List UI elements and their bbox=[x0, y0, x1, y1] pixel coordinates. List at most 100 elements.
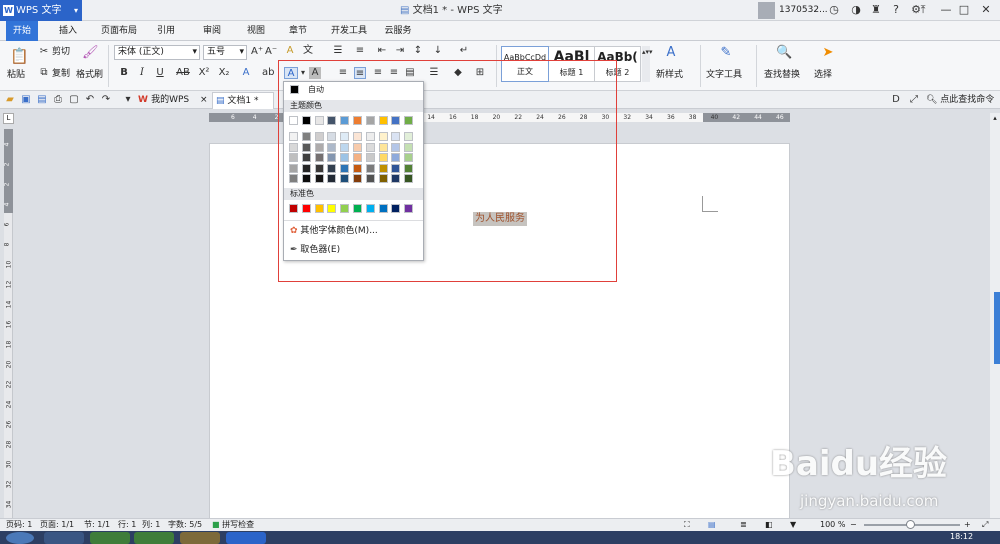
more-colors-option[interactable]: ✿ 其他字体颜色(M)... bbox=[290, 225, 378, 237]
close-button[interactable]: ✕ bbox=[976, 2, 996, 18]
taskbar-app-wps[interactable] bbox=[226, 532, 266, 544]
styles-scroll-icon[interactable]: ▴▾▾ bbox=[642, 46, 653, 82]
font-size-select[interactable]: 五号 ▾ bbox=[203, 45, 247, 60]
numbering-icon[interactable]: ≡ bbox=[354, 45, 366, 57]
font-name-select[interactable]: 宋体 (正文) ▾ bbox=[114, 45, 200, 60]
color-swatch[interactable] bbox=[327, 163, 337, 173]
zoom-level[interactable]: 100 % bbox=[820, 519, 845, 531]
color-swatch[interactable] bbox=[353, 163, 362, 173]
find-replace-icon[interactable]: 🔍 bbox=[776, 46, 792, 63]
taskbar-clock[interactable]: 18:12 bbox=[950, 531, 973, 543]
tab-document[interactable]: ▤ 文档1 * bbox=[212, 92, 274, 109]
color-swatch[interactable] bbox=[301, 163, 311, 173]
spell-check[interactable]: ■ 拼写检查 bbox=[212, 519, 254, 531]
format-painter-button[interactable]: 格式刷 bbox=[76, 69, 103, 81]
status-section[interactable]: 节: 1/1 bbox=[84, 519, 110, 531]
color-swatch[interactable] bbox=[340, 174, 350, 183]
web-view-icon[interactable]: ◧ bbox=[765, 519, 773, 531]
tab-references[interactable]: 引用 bbox=[150, 21, 182, 41]
clock-icon[interactable]: ◷ bbox=[824, 2, 844, 18]
color-swatch[interactable] bbox=[353, 204, 362, 213]
maximize-button[interactable]: □ bbox=[954, 2, 974, 18]
color-swatch[interactable] bbox=[301, 174, 311, 183]
color-swatch[interactable] bbox=[391, 142, 401, 152]
minimize-button[interactable]: — bbox=[936, 2, 956, 18]
format-painter-icon[interactable]: 🖌 bbox=[82, 46, 99, 63]
ruler-corner-tab[interactable]: L bbox=[3, 113, 14, 124]
restore-top-icon[interactable]: ⤒ bbox=[913, 2, 933, 18]
taskbar-app-3[interactable] bbox=[134, 532, 174, 544]
color-swatch[interactable] bbox=[404, 204, 414, 213]
strikethrough-icon[interactable]: AB bbox=[174, 67, 192, 79]
color-swatch[interactable] bbox=[289, 174, 298, 183]
color-swatch[interactable] bbox=[391, 153, 401, 162]
new-style-icon[interactable]: A bbox=[662, 46, 680, 63]
shrink-font-icon[interactable]: A⁻ bbox=[265, 46, 277, 58]
color-swatch[interactable] bbox=[340, 153, 350, 162]
scissors-icon[interactable]: ✂ bbox=[38, 46, 50, 58]
tab-developer[interactable]: 开发工具 bbox=[328, 21, 370, 41]
superscript-icon[interactable]: X² bbox=[198, 67, 210, 79]
color-swatch[interactable] bbox=[353, 174, 362, 183]
pinyin-icon[interactable]: 文 bbox=[302, 45, 314, 57]
print-icon[interactable]: ⎙ bbox=[52, 94, 64, 106]
subscript-icon[interactable]: X₂ bbox=[218, 67, 230, 79]
open-folder-icon[interactable]: ▰ bbox=[4, 94, 16, 106]
underline-icon[interactable]: U bbox=[154, 67, 166, 79]
vertical-ruler[interactable]: 4 2 2 4 6 8 10 12 14 16 18 20 22 24 26 28 30 32 34 bbox=[3, 129, 13, 519]
skin-icon[interactable]: ◑ bbox=[846, 2, 866, 18]
color-swatch[interactable] bbox=[327, 142, 337, 152]
zoom-slider-handle[interactable] bbox=[906, 520, 915, 529]
zoom-in-icon[interactable]: + bbox=[964, 519, 971, 531]
tab-page-layout[interactable]: 页面布局 bbox=[98, 21, 140, 41]
color-swatch[interactable] bbox=[404, 116, 414, 125]
color-swatch[interactable] bbox=[327, 153, 337, 162]
color-swatch[interactable] bbox=[365, 132, 375, 141]
text-tools-icon[interactable]: ✎ bbox=[718, 46, 734, 63]
bold-icon[interactable]: B bbox=[118, 67, 130, 79]
paste-icon[interactable]: 📋 bbox=[10, 47, 29, 65]
color-swatch[interactable] bbox=[340, 142, 350, 152]
outdent-icon[interactable]: ⇤ bbox=[376, 45, 388, 57]
tab-insert[interactable]: 插入 bbox=[52, 21, 84, 41]
taskbar-app-4[interactable] bbox=[180, 532, 220, 544]
paste-button[interactable]: 粘贴 bbox=[7, 69, 25, 81]
auto-color-swatch[interactable] bbox=[290, 85, 299, 94]
print-preview-icon[interactable]: ▢ bbox=[68, 94, 80, 106]
color-swatch[interactable] bbox=[314, 153, 324, 162]
cut-button[interactable]: 剪切 bbox=[52, 46, 70, 58]
color-swatch[interactable] bbox=[365, 142, 375, 152]
color-swatch[interactable] bbox=[340, 204, 350, 213]
text-tools-button[interactable]: 文字工具 bbox=[706, 69, 742, 81]
color-swatch[interactable] bbox=[301, 132, 311, 141]
color-swatch[interactable] bbox=[289, 163, 298, 173]
status-pages[interactable]: 页面: 1/1 bbox=[40, 519, 74, 531]
color-swatch[interactable] bbox=[391, 132, 401, 141]
color-swatch[interactable] bbox=[289, 153, 298, 162]
taskbar-app-1[interactable] bbox=[44, 532, 84, 544]
copy-icon[interactable]: ⧉ bbox=[38, 67, 50, 79]
expand-icon[interactable]: ⤢ bbox=[982, 519, 988, 531]
clear-format-icon[interactable]: A bbox=[284, 45, 296, 57]
copy-button[interactable]: 复制 bbox=[52, 68, 70, 80]
color-swatch[interactable] bbox=[301, 153, 311, 162]
color-swatch[interactable] bbox=[327, 174, 337, 183]
color-swatch[interactable] bbox=[391, 204, 401, 213]
shirt-icon[interactable]: ♜ bbox=[866, 2, 886, 18]
color-swatch[interactable] bbox=[301, 116, 311, 125]
color-swatch[interactable] bbox=[289, 116, 298, 125]
indent-icon[interactable]: ⇥ bbox=[394, 45, 406, 57]
color-swatch[interactable] bbox=[391, 116, 401, 125]
color-swatch[interactable] bbox=[391, 163, 401, 173]
color-swatch[interactable] bbox=[391, 174, 401, 183]
color-swatch[interactable] bbox=[314, 132, 324, 141]
color-swatch[interactable] bbox=[378, 163, 388, 173]
color-swatch[interactable] bbox=[327, 132, 337, 141]
fullscreen-icon[interactable]: ⛶ bbox=[684, 519, 690, 531]
expand-icon[interactable]: ⤢ bbox=[908, 94, 920, 106]
color-swatch[interactable] bbox=[404, 163, 414, 173]
color-swatch[interactable] bbox=[365, 163, 375, 173]
side-panel-handle[interactable] bbox=[994, 292, 1000, 364]
color-swatch[interactable] bbox=[378, 174, 388, 183]
color-swatch[interactable] bbox=[289, 204, 298, 213]
